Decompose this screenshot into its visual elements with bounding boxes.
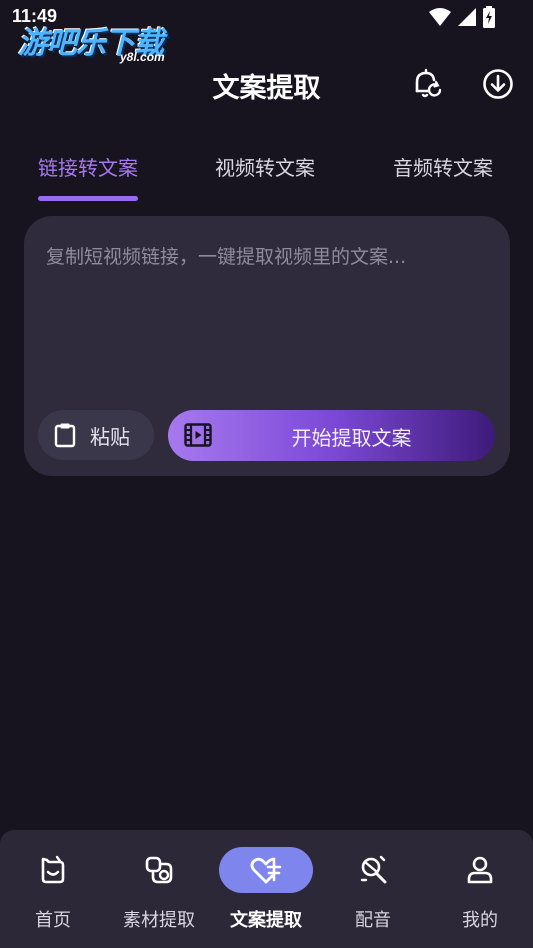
- nav-item-home[interactable]: 首页: [0, 830, 106, 948]
- material-icon: [145, 856, 173, 884]
- tab-video-to-text[interactable]: 视频转文案: [215, 152, 315, 181]
- nav-item-material[interactable]: 素材提取: [106, 830, 212, 948]
- download-icon: [483, 69, 513, 99]
- nav-label-home: 首页: [35, 910, 71, 931]
- tab-bar: 链接转文案 视频转文案 音频转文案: [0, 148, 533, 204]
- battery-icon: [483, 6, 495, 28]
- clipboard-icon: [54, 423, 76, 448]
- page-title: 文案提取: [0, 66, 533, 105]
- bell-refresh-icon: [415, 68, 442, 98]
- nav-label-material: 素材提取: [123, 910, 195, 931]
- tab-audio-to-text[interactable]: 音频转文案: [393, 152, 493, 181]
- nav-item-dubbing[interactable]: 配音: [320, 830, 426, 948]
- download-button[interactable]: [480, 66, 516, 102]
- bottom-nav: 首页 素材提取 文案提取 配音 我的: [0, 830, 533, 948]
- tab-active-indicator: [38, 196, 138, 201]
- user-icon: [467, 856, 493, 884]
- start-extract-label: 开始提取文案: [291, 426, 412, 450]
- nav-label-profile: 我的: [462, 910, 498, 931]
- nav-item-profile[interactable]: 我的: [427, 830, 533, 948]
- status-icons: [429, 6, 495, 28]
- link-input-card: 复制短视频链接，一键提取视频里的文案... 粘贴 开始提取文案: [24, 216, 510, 476]
- watermark-domain: y8l.com: [120, 50, 165, 64]
- start-extract-button[interactable]: 开始提取文案: [168, 410, 495, 461]
- wifi-icon: [429, 8, 451, 26]
- paste-label: 粘贴: [90, 424, 130, 449]
- link-input[interactable]: 复制短视频链接，一键提取视频里的文案...: [46, 242, 406, 269]
- notification-button[interactable]: [408, 66, 444, 102]
- microphone-icon: [360, 855, 387, 884]
- watermark-logo: 游吧乐下载 y8l.com: [18, 16, 188, 68]
- text-extract-icon: [250, 857, 282, 884]
- nav-label-text-extract: 文案提取: [230, 910, 302, 931]
- tab-link-to-text[interactable]: 链接转文案: [38, 152, 138, 181]
- home-icon: [41, 855, 65, 884]
- nav-item-text-extract[interactable]: 文案提取: [213, 830, 319, 948]
- paste-button[interactable]: 粘贴: [38, 410, 154, 460]
- signal-icon: [458, 8, 476, 26]
- nav-label-dubbing: 配音: [355, 910, 391, 931]
- page-title-text: 文案提取: [212, 73, 321, 104]
